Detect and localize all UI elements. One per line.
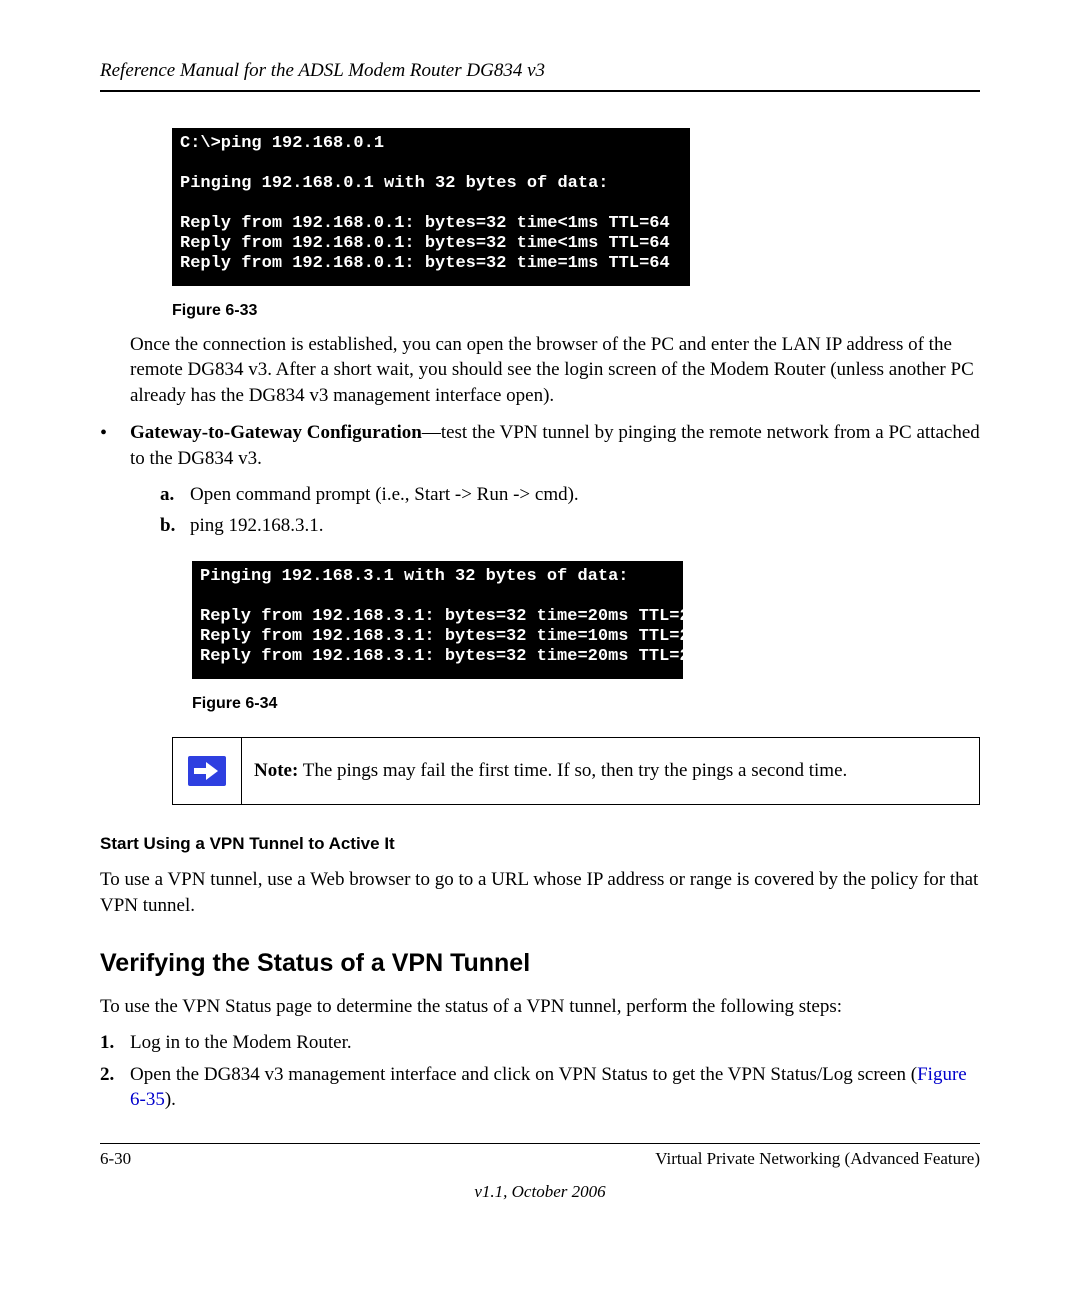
footer-page-number: 6-30 bbox=[100, 1148, 131, 1171]
step-2: 2. Open the DG834 v3 management interfac… bbox=[100, 1062, 980, 1113]
step-1-text: Log in to the Modem Router. bbox=[130, 1030, 980, 1056]
step-2-text: Open the DG834 v3 management interface a… bbox=[130, 1062, 980, 1113]
step-2-marker: 2. bbox=[100, 1062, 130, 1113]
paragraph-verifying: To use the VPN Status page to determine … bbox=[100, 994, 980, 1020]
bullet-item: • Gateway-to-Gateway Configuration—test … bbox=[100, 420, 980, 553]
bullet-marker: • bbox=[100, 420, 130, 553]
note-icon-cell bbox=[173, 738, 242, 804]
sublist-item-b: b. ping 192.168.3.1. bbox=[160, 513, 980, 539]
sublist-marker-b: b. bbox=[160, 513, 190, 539]
heading-verifying: Verifying the Status of a VPN Tunnel bbox=[100, 947, 980, 981]
note-box: Note: The pings may fail the first time.… bbox=[172, 737, 980, 805]
figure-caption-1: Figure 6-33 bbox=[172, 300, 980, 322]
sublist-text-b: ping 192.168.3.1. bbox=[190, 513, 324, 539]
heading-start-using: Start Using a VPN Tunnel to Active It bbox=[100, 833, 980, 856]
arrow-right-icon bbox=[188, 756, 226, 786]
paragraph-after-figure1: Once the connection is established, you … bbox=[130, 332, 980, 409]
footer-version: v1.1, October 2006 bbox=[100, 1181, 980, 1204]
sublist-text-a: Open command prompt (i.e., Start -> Run … bbox=[190, 482, 579, 508]
sublist-marker-a: a. bbox=[160, 482, 190, 508]
paragraph-start-using: To use a VPN tunnel, use a Web browser t… bbox=[100, 867, 980, 918]
figure-caption-2: Figure 6-34 bbox=[192, 693, 980, 715]
step-2-text-b: ). bbox=[165, 1089, 176, 1110]
bullet-lead-bold: Gateway-to-Gateway Configuration bbox=[130, 422, 422, 443]
footer-rule bbox=[100, 1143, 980, 1144]
step-1-marker: 1. bbox=[100, 1030, 130, 1056]
note-label: Note: bbox=[254, 760, 298, 781]
header-rule bbox=[100, 90, 980, 92]
note-text: Note: The pings may fail the first time.… bbox=[242, 738, 979, 804]
sublist-item-a: a. Open command prompt (i.e., Start -> R… bbox=[160, 482, 980, 508]
note-body: The pings may fail the first time. If so… bbox=[298, 760, 847, 781]
footer-row: 6-30 Virtual Private Networking (Advance… bbox=[100, 1148, 980, 1171]
step-1: 1. Log in to the Modem Router. bbox=[100, 1030, 980, 1056]
terminal-output-1: C:\>ping 192.168.0.1 Pinging 192.168.0.1… bbox=[172, 128, 690, 286]
footer-section-title: Virtual Private Networking (Advanced Fea… bbox=[655, 1148, 980, 1171]
step-2-text-a: Open the DG834 v3 management interface a… bbox=[130, 1064, 917, 1085]
terminal-output-2: Pinging 192.168.3.1 with 32 bytes of dat… bbox=[192, 561, 683, 679]
running-header: Reference Manual for the ADSL Modem Rout… bbox=[100, 58, 980, 84]
